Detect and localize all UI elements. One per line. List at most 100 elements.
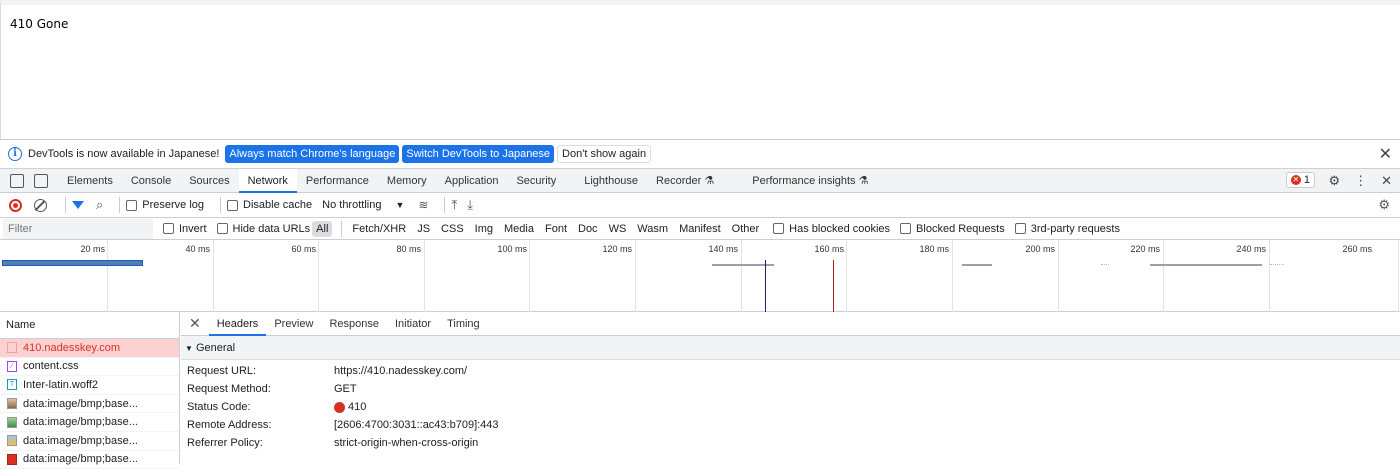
search-icon[interactable]: ⌕	[96, 197, 103, 213]
timeline-tick: 240 ms	[1236, 244, 1266, 254]
blocked-requests-checkbox[interactable]	[900, 223, 912, 234]
export-har-icon[interactable]: ⤓	[467, 197, 473, 213]
devtools-right-controls: ⚙ ⋮ ✕	[1328, 169, 1392, 193]
filter-type-wasm[interactable]: Wasm	[633, 221, 672, 237]
filter-type-ws[interactable]: WS	[605, 221, 631, 237]
network-settings-gear-icon[interactable]: ⚙	[1378, 197, 1390, 213]
has-blocked-cookies-checkbox[interactable]	[773, 223, 785, 234]
chevron-down-icon[interactable]: ▼	[395, 200, 404, 210]
disable-cache-label: Disable cache	[243, 199, 313, 211]
tab-sources[interactable]: Sources	[180, 169, 238, 193]
timeline-gridline	[107, 240, 108, 312]
tab-response[interactable]: Response	[321, 312, 387, 336]
filter-type-media[interactable]: Media	[500, 221, 538, 237]
tab-lighthouse[interactable]: Lighthouse	[575, 169, 647, 193]
filter-type-fetch-xhr[interactable]: Fetch/XHR	[348, 221, 410, 237]
image-icon	[7, 453, 17, 465]
device-toolbar-icon[interactable]	[34, 173, 48, 188]
request-row[interactable]: 410.nadesskey.com	[0, 339, 179, 358]
request-name-list: Name 410.nadesskey.com ⁄ content.css T I…	[0, 312, 180, 469]
field-key: Request Method:	[187, 383, 271, 395]
filter-type-font[interactable]: Font	[541, 221, 571, 237]
tab-network[interactable]: Network	[238, 168, 297, 193]
tab-recorder[interactable]: Recorder ⚗	[647, 169, 723, 193]
devtools-panel: i DevTools is now available in Japanese!…	[0, 139, 1400, 469]
request-row[interactable]: data:image/bmp;base...	[0, 451, 179, 469]
timeline-tick: 40 ms	[185, 244, 210, 254]
tab-preview[interactable]: Preview	[266, 312, 321, 336]
tab-performance[interactable]: Performance	[297, 169, 378, 193]
timeline-gridline	[1163, 240, 1164, 312]
flask-icon: ⚗	[704, 174, 715, 187]
general-section-header[interactable]: ▼ General	[181, 336, 1400, 360]
page-body-text: 410 Gone	[10, 17, 69, 31]
import-har-icon[interactable]: ⤒	[451, 197, 457, 213]
tab-elements[interactable]: Elements	[58, 169, 122, 193]
request-name: content.css	[23, 360, 79, 373]
timeline-gridline	[741, 240, 742, 312]
field-value: strict-origin-when-cross-origin	[334, 437, 479, 449]
tab-memory[interactable]: Memory	[378, 169, 436, 193]
filter-type-img[interactable]: Img	[471, 221, 497, 237]
request-row[interactable]: data:image/bmp;base...	[0, 432, 179, 451]
filter-icon[interactable]	[72, 201, 84, 209]
filter-type-js[interactable]: JS	[413, 221, 434, 237]
tab-application[interactable]: Application	[436, 169, 508, 193]
tab-timing[interactable]: Timing	[439, 312, 488, 336]
dont-show-again-button[interactable]: Don't show again	[557, 145, 652, 163]
tab-security[interactable]: Security	[507, 169, 565, 193]
language-infobar: i DevTools is now available in Japanese!…	[0, 140, 1400, 169]
tab-console[interactable]: Console	[122, 169, 180, 193]
network-conditions-icon[interactable]: ≋	[418, 198, 428, 212]
toolbar-divider	[119, 197, 121, 213]
timeline-tick: 180 ms	[919, 244, 949, 254]
throttling-select[interactable]: No throttling	[322, 199, 381, 211]
filter-type-doc[interactable]: Doc	[574, 221, 602, 237]
header-field: Status Code: 410	[181, 398, 1400, 416]
switch-language-button[interactable]: Switch DevTools to Japanese	[402, 145, 555, 163]
more-options-icon[interactable]: ⋮	[1354, 173, 1367, 189]
network-overview-timeline[interactable]: 20 ms 40 ms 60 ms 80 ms 100 ms 120 ms 14…	[0, 240, 1400, 312]
request-bar	[962, 264, 992, 266]
settings-gear-icon[interactable]: ⚙	[1328, 173, 1340, 189]
request-row[interactable]: ⁄ content.css	[0, 358, 179, 377]
timeline-tick: 120 ms	[602, 244, 632, 254]
field-value: GET	[334, 383, 357, 395]
request-name: data:image/bmp;base...	[23, 397, 138, 410]
request-row[interactable]: data:image/bmp;base...	[0, 413, 179, 432]
tab-initiator[interactable]: Initiator	[387, 312, 439, 336]
name-column-header[interactable]: Name	[0, 312, 179, 339]
close-detail-icon[interactable]: ✕	[189, 315, 201, 332]
preserve-log-checkbox[interactable]	[126, 199, 138, 211]
hide-data-urls-checkbox[interactable]	[216, 223, 228, 234]
record-icon[interactable]	[9, 198, 22, 212]
error-icon: ✕	[1290, 175, 1301, 185]
close-devtools-icon[interactable]: ✕	[1381, 173, 1392, 189]
filter-input[interactable]	[3, 218, 153, 239]
has-blocked-cookies-label: Has blocked cookies	[789, 222, 891, 235]
clear-icon[interactable]	[34, 198, 47, 212]
close-icon[interactable]: ✕	[1379, 144, 1392, 164]
field-key: Referrer Policy:	[187, 437, 263, 449]
timeline-tick: 100 ms	[497, 244, 527, 254]
request-row[interactable]: T Inter-latin.woff2	[0, 376, 179, 395]
match-language-button[interactable]: Always match Chrome's language	[225, 145, 400, 163]
tab-performance-insights[interactable]: Performance insights ⚗	[743, 169, 877, 193]
invert-checkbox[interactable]	[163, 223, 174, 234]
request-name: data:image/bmp;base...	[23, 434, 138, 447]
status-error-icon	[334, 401, 345, 413]
error-count-badge[interactable]: ✕ 1	[1285, 172, 1315, 188]
timeline-tick: 260 ms	[1342, 244, 1372, 254]
filter-type-all[interactable]: All	[312, 220, 333, 237]
inspect-element-icon[interactable]	[10, 173, 24, 188]
filter-type-css[interactable]: CSS	[437, 221, 468, 237]
filter-type-other[interactable]: Other	[728, 221, 764, 237]
filter-type-manifest[interactable]: Manifest	[675, 221, 725, 237]
third-party-checkbox[interactable]	[1014, 223, 1026, 234]
general-fields: Request URL: https://410.nadesskey.com/ …	[181, 360, 1400, 452]
request-row[interactable]: data:image/bmp;base...	[0, 395, 179, 414]
infobar-message: DevTools is now available in Japanese!	[28, 148, 220, 160]
disable-cache-checkbox[interactable]	[227, 199, 239, 211]
tab-headers[interactable]: Headers	[208, 312, 267, 336]
font-icon: T	[7, 379, 17, 391]
